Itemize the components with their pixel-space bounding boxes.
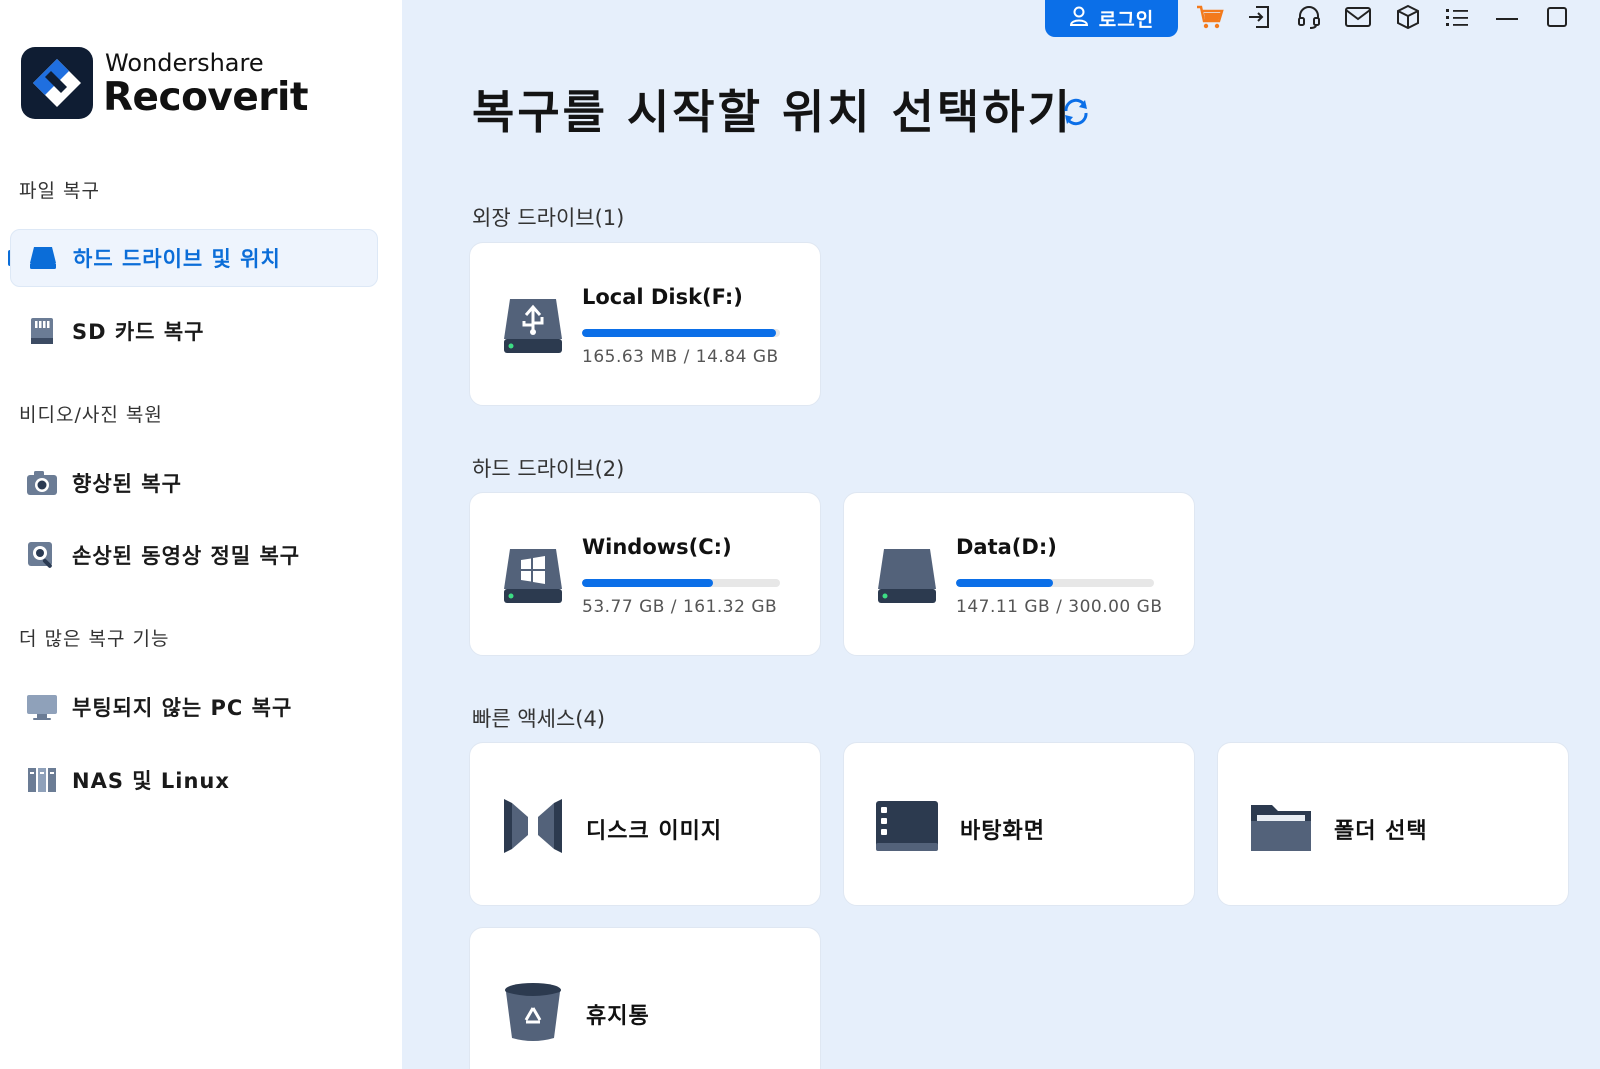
nas-icon: [26, 764, 58, 796]
sidebar-item-video-repair[interactable]: 손상된 동영상 정밀 복구: [10, 526, 378, 584]
maximize-icon[interactable]: [1542, 2, 1572, 32]
quick-access-label: 디스크 이미지: [586, 819, 723, 844]
disk-image-icon: [500, 793, 566, 859]
refresh-icon[interactable]: [1061, 97, 1091, 127]
sidebar-item-nas-linux[interactable]: NAS 및 Linux: [10, 751, 378, 809]
recoverit-logo-icon: [21, 47, 93, 119]
user-icon: [1069, 6, 1089, 31]
headset-icon[interactable]: [1294, 2, 1324, 32]
group-title-hard-drives: 하드 드라이브(2): [472, 457, 625, 481]
page-title: 복구를 시작할 위치 선택하기: [472, 85, 1073, 139]
minimize-icon[interactable]: [1492, 2, 1522, 32]
cart-icon[interactable]: [1195, 2, 1225, 32]
usb-drive-icon: [502, 295, 564, 357]
usage-bar: [582, 329, 780, 337]
section-title-more-features: 더 많은 복구 기능: [19, 628, 170, 650]
drive-icon: [876, 545, 938, 607]
section-title-file-recovery: 파일 복구: [19, 180, 100, 202]
mail-icon[interactable]: [1343, 2, 1373, 32]
sidebar-item-hard-drive[interactable]: 하드 드라이브 및 위치: [10, 229, 378, 287]
drive-usage: 165.63 MB / 14.84 GB: [582, 347, 779, 367]
sidebar-item-label: 하드 드라이브 및 위치: [73, 247, 281, 271]
sidebar-item-unbootable-pc[interactable]: 부팅되지 않는 PC 복구: [10, 678, 378, 736]
drive-card-windows-c[interactable]: Windows(C:) 53.77 GB / 161.32 GB: [469, 492, 821, 656]
app-logo: Wondershare Recoverit: [21, 47, 309, 120]
quick-access-desktop[interactable]: 바탕화면: [843, 742, 1195, 906]
list-icon[interactable]: [1442, 2, 1472, 32]
sidebar-item-label: 손상된 동영상 정밀 복구: [72, 544, 301, 568]
usage-bar-fill: [582, 329, 777, 337]
sidebar: Wondershare Recoverit 파일 복구 하드 드라이브 및 위치…: [0, 0, 402, 1069]
group-title-quick-access: 빠른 액세스(4): [472, 707, 606, 731]
drive-usage: 53.77 GB / 161.32 GB: [582, 597, 778, 617]
section-title-video-photo: 비디오/사진 복원: [19, 404, 163, 426]
sign-in-icon[interactable]: [1244, 2, 1274, 32]
video-repair-icon: [26, 539, 58, 571]
box-icon[interactable]: [1393, 2, 1423, 32]
usage-bar: [956, 579, 1154, 587]
windows-drive-icon: [502, 545, 564, 607]
sd-card-icon: [26, 315, 58, 347]
brand-top: Wondershare: [105, 49, 264, 77]
sidebar-item-label: 향상된 복구: [72, 472, 182, 496]
group-title-external: 외장 드라이브(1): [472, 206, 625, 230]
usage-bar-fill: [582, 579, 713, 587]
drive-card-local-disk-f[interactable]: Local Disk(F:) 165.63 MB / 14.84 GB: [469, 242, 821, 406]
usage-bar: [582, 579, 780, 587]
drive-name: Local Disk(F:): [582, 285, 743, 309]
sidebar-item-enhanced-recovery[interactable]: 향상된 복구: [10, 454, 378, 512]
quick-access-label: 바탕화면: [960, 819, 1045, 844]
quick-access-label: 폴더 선택: [1334, 819, 1428, 844]
usage-bar-fill: [956, 579, 1054, 587]
quick-access-folder[interactable]: 폴더 선택: [1217, 742, 1569, 906]
drive-name: Windows(C:): [582, 535, 732, 559]
sidebar-item-label: SD 카드 복구: [72, 320, 205, 344]
monitor-icon: [26, 691, 58, 723]
brand-name: Recoverit: [103, 75, 309, 120]
desktop-icon: [874, 793, 940, 859]
quick-access-disk-image[interactable]: 디스크 이미지: [469, 742, 821, 906]
login-label: 로그인: [1098, 9, 1155, 31]
login-button[interactable]: 로그인: [1045, 0, 1178, 37]
camera-icon: [26, 467, 58, 499]
folder-icon: [1248, 793, 1314, 859]
sidebar-item-label: NAS 및 Linux: [72, 769, 230, 793]
quick-access-recycle-bin[interactable]: 휴지통: [469, 927, 821, 1069]
sidebar-item-label: 부팅되지 않는 PC 복구: [72, 696, 293, 720]
quick-access-label: 휴지통: [586, 1004, 650, 1029]
hard-drive-icon: [27, 242, 59, 274]
drive-name: Data(D:): [956, 535, 1057, 559]
drive-usage: 147.11 GB / 300.00 GB: [956, 597, 1163, 617]
sidebar-item-sd-card[interactable]: SD 카드 복구: [10, 302, 378, 360]
recycle-bin-icon: [500, 978, 566, 1044]
drive-card-data-d[interactable]: Data(D:) 147.11 GB / 300.00 GB: [843, 492, 1195, 656]
